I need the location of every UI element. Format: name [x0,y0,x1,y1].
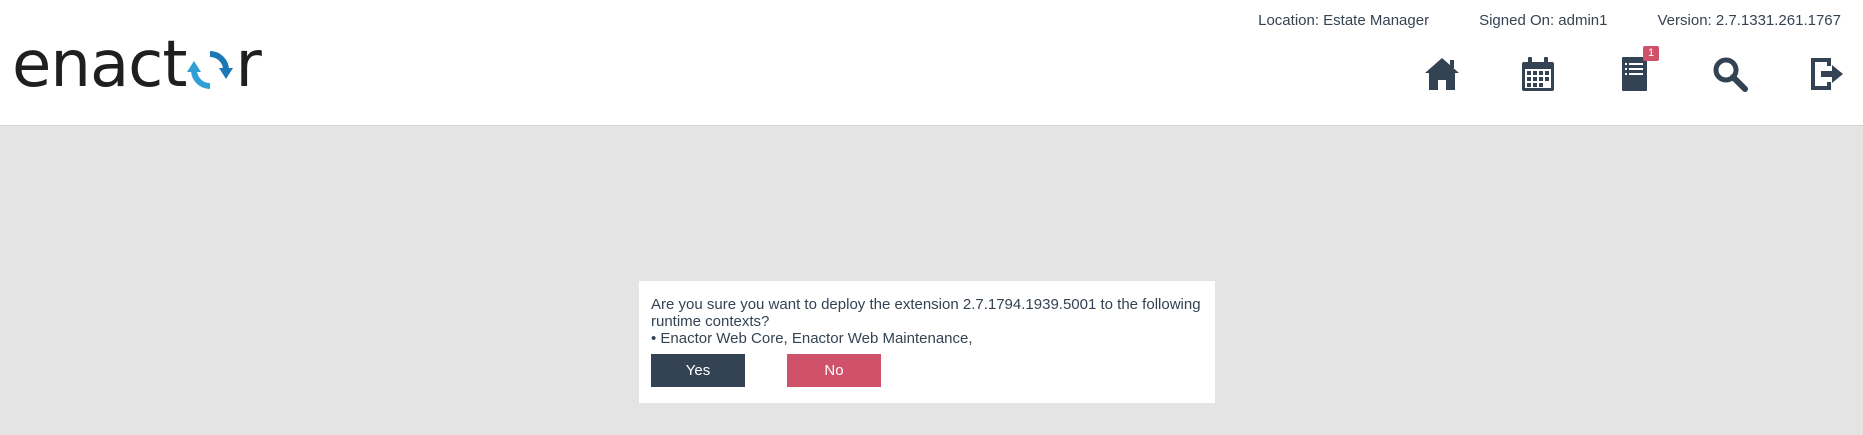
calendar-icon [1522,57,1554,91]
dialog-question: Are you sure you want to deploy the exte… [651,296,1201,330]
logout-icon [1811,58,1843,90]
deploy-confirmation-dialog: Are you sure you want to deploy the exte… [639,281,1215,403]
location-label: Location: Estate Manager [1258,12,1430,29]
logo-text-end: r [235,28,261,102]
dialog-buttons: Yes No [651,354,1203,387]
yes-button[interactable]: Yes [651,354,745,387]
header-toolbar: 1 [1423,46,1845,94]
logout-button[interactable] [1807,54,1845,94]
home-icon [1425,58,1459,90]
search-button[interactable] [1711,54,1749,94]
signed-on-label: Signed On: admin1 [1479,12,1608,29]
no-button[interactable]: No [787,354,881,387]
home-button[interactable] [1423,54,1461,94]
version-label: Version: 2.7.1331.261.1767 [1657,12,1842,29]
logo-text-start: enact [12,28,187,102]
calendar-button[interactable] [1519,54,1557,94]
tasks-count-badge: 1 [1643,46,1659,61]
logo-refresh-mark-icon [187,51,234,89]
dialog-runtime-contexts: • Enactor Web Core, Enactor Web Maintena… [651,330,973,347]
search-icon [1713,57,1748,92]
session-info: Location: Estate Manager Signed On: admi… [1258,12,1841,29]
enactor-logo[interactable]: enact r [12,28,262,102]
tasks-button[interactable]: 1 [1615,46,1659,94]
app-header: enact r Location: Estate Manager Signed … [0,0,1863,126]
